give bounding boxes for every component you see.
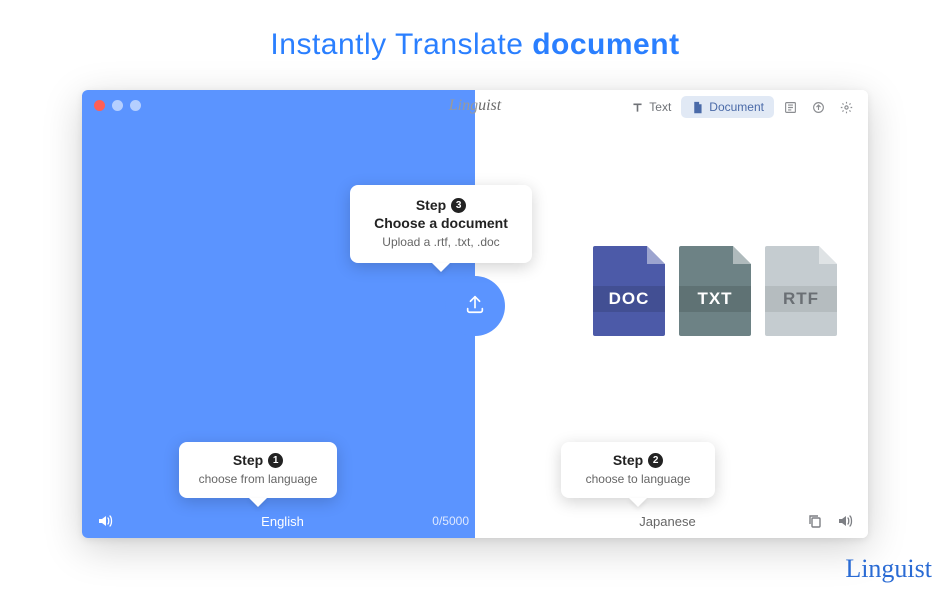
speak-source-button[interactable]	[96, 512, 114, 530]
headline-emphasis: document	[532, 28, 679, 61]
page-headline: Instantly Translate document	[0, 0, 950, 62]
settings-button[interactable]	[834, 96, 858, 118]
copy-button[interactable]	[806, 512, 824, 530]
zoom-window-button[interactable]	[130, 100, 141, 111]
app-title: Linguist	[449, 97, 501, 115]
mode-text-button[interactable]: Text	[621, 96, 681, 118]
speak-target-button[interactable]	[836, 512, 854, 530]
upload-icon	[464, 293, 486, 320]
history-button[interactable]	[778, 96, 802, 118]
tooltip-step-1: Step 1 choose from language	[179, 442, 337, 498]
minimize-window-button[interactable]	[112, 100, 123, 111]
char-counter: 0/5000	[432, 514, 469, 528]
headline-prefix: Instantly Translate	[270, 28, 532, 61]
file-type-doc: DOC	[593, 246, 665, 336]
upload-hub-button[interactable]	[445, 276, 505, 336]
target-bottom-bar: Japanese	[481, 512, 854, 530]
text-icon	[631, 101, 644, 114]
document-icon	[691, 101, 704, 114]
source-language-selector[interactable]: English	[261, 514, 304, 529]
upload-button[interactable]	[806, 96, 830, 118]
source-bottom-bar: English 0/5000	[96, 512, 469, 530]
tooltip-step-3: Step 3 Choose a document Upload a .rtf, …	[350, 185, 532, 263]
mode-segment: Text Document	[621, 96, 774, 118]
tooltip-step-2: Step 2 choose to language	[561, 442, 715, 498]
file-type-rtf: RTF	[765, 246, 837, 336]
close-window-button[interactable]	[94, 100, 105, 111]
mode-document-label: Document	[709, 100, 764, 114]
file-type-txt: TXT	[679, 246, 751, 336]
file-type-row: DOC TXT RTF	[593, 246, 837, 336]
mode-text-label: Text	[649, 100, 671, 114]
toolbar: Text Document	[621, 96, 858, 118]
target-language-selector[interactable]: Japanese	[639, 514, 695, 529]
window-controls	[94, 100, 141, 111]
mode-document-button[interactable]: Document	[681, 96, 774, 118]
brand-watermark: Linguist	[845, 554, 932, 584]
